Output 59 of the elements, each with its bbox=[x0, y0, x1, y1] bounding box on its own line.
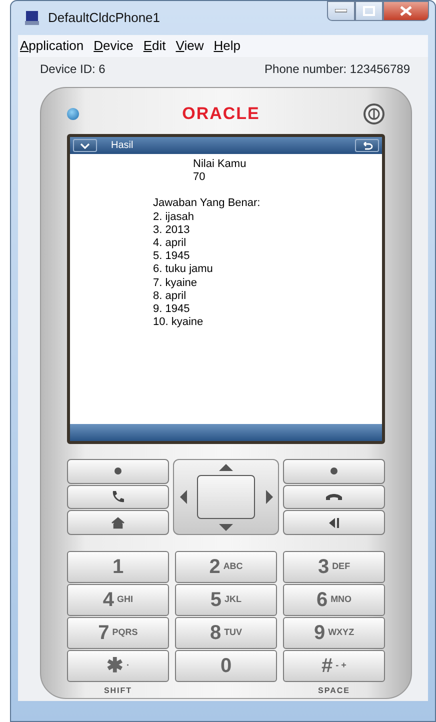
answer-item: 3. 2013 bbox=[153, 224, 191, 238]
keypad-key[interactable]: 0 bbox=[175, 650, 277, 682]
keypad-key[interactable]: 1 bbox=[67, 551, 169, 583]
up-arrow-icon[interactable] bbox=[219, 464, 233, 470]
device-id-label: Device ID: 6 bbox=[40, 61, 106, 78]
backspace-icon bbox=[329, 516, 339, 529]
answer-item: 6. tuku jamu bbox=[153, 263, 214, 277]
back-icon bbox=[361, 142, 373, 150]
hang-up-icon bbox=[325, 493, 343, 501]
maximize-button[interactable] bbox=[355, 1, 383, 21]
minimize-button[interactable] bbox=[327, 1, 355, 21]
menu-item[interactable]: View bbox=[174, 36, 204, 56]
menu-dropdown-button[interactable] bbox=[73, 139, 97, 152]
right-arrow-icon[interactable] bbox=[266, 490, 272, 504]
keypad-key[interactable]: #- + bbox=[283, 650, 385, 682]
end-call-key[interactable] bbox=[283, 484, 385, 510]
menu-item[interactable]: Device bbox=[92, 36, 134, 56]
phone-number-label: Phone number: 123456789 bbox=[264, 61, 410, 78]
key-caption: SPACE bbox=[317, 685, 351, 697]
answer-item: 4. april bbox=[153, 237, 188, 250]
key-caption: SHIFT bbox=[102, 685, 134, 697]
menu-item[interactable]: Application bbox=[18, 36, 84, 56]
led-icon bbox=[67, 108, 79, 120]
window-title: DefaultCldcPhone1 bbox=[48, 9, 160, 28]
select-key[interactable] bbox=[197, 475, 255, 519]
power-icon[interactable] bbox=[363, 103, 385, 125]
dot-icon bbox=[114, 467, 122, 476]
home-key[interactable] bbox=[67, 510, 169, 536]
answer-item: 5. 1945 bbox=[153, 250, 191, 264]
close-icon bbox=[400, 6, 412, 16]
menu-item[interactable]: Help bbox=[212, 36, 240, 56]
screen-title: Hasil bbox=[111, 139, 134, 153]
back-button[interactable] bbox=[355, 139, 379, 152]
right-soft-key[interactable] bbox=[283, 459, 385, 484]
minimize-icon bbox=[335, 9, 347, 13]
left-arrow-icon[interactable] bbox=[180, 490, 186, 504]
call-key[interactable] bbox=[67, 484, 169, 510]
score-value: 70 bbox=[193, 171, 206, 184]
maximize-icon bbox=[363, 6, 375, 16]
answer-item: 9. 1945 bbox=[153, 303, 191, 316]
keypad-key[interactable]: ✱· bbox=[67, 650, 169, 682]
answer-item: 8. april bbox=[153, 290, 188, 304]
answer-item: 2. ijasah bbox=[153, 210, 195, 224]
left-soft-key[interactable] bbox=[67, 459, 169, 484]
clear-key[interactable] bbox=[283, 510, 385, 536]
score-label: Nilai Kamu bbox=[193, 158, 248, 172]
app-icon bbox=[24, 10, 40, 26]
close-button[interactable] bbox=[383, 1, 429, 21]
answers-heading: Jawaban Yang Benar: bbox=[153, 197, 262, 211]
down-arrow-icon[interactable] bbox=[219, 524, 233, 530]
answer-item: 10. kyaine bbox=[153, 316, 204, 330]
dot-icon bbox=[330, 467, 338, 476]
navigation-pad[interactable] bbox=[173, 459, 279, 535]
menu-item[interactable]: Edit bbox=[141, 36, 166, 56]
brand-logo: ORACLE bbox=[181, 103, 261, 126]
home-icon bbox=[111, 516, 125, 529]
phone-icon bbox=[111, 490, 125, 504]
answer-item: 7. kyaine bbox=[153, 276, 198, 290]
chevron-down-icon bbox=[80, 142, 90, 148]
